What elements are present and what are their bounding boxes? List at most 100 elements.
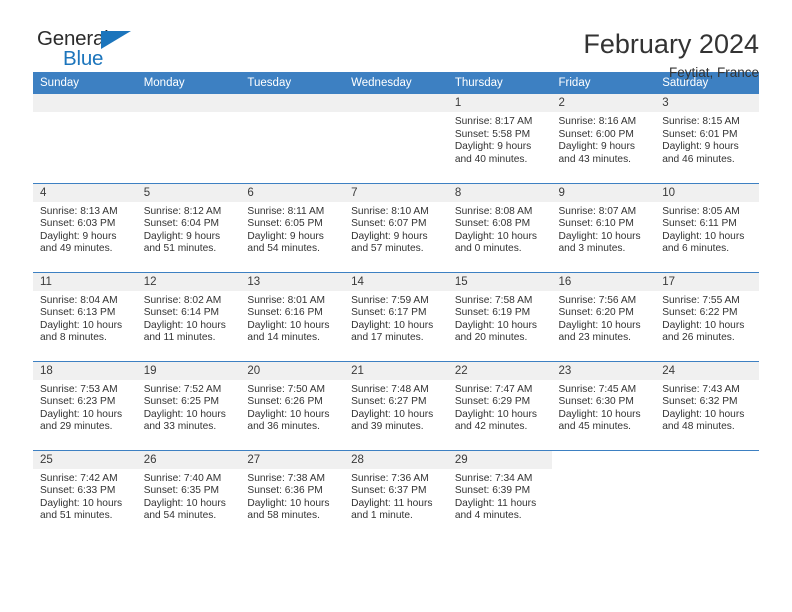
calendar-day-cell[interactable]: 11 Sunrise: 8:04 AM Sunset: 6:13 PM Dayligh…	[33, 271, 137, 361]
sunrise-time: Sunrise: 8:11 AM	[247, 205, 325, 217]
sunset-time: Sunset: 6:33 PM	[40, 485, 116, 497]
calendar-day-cell[interactable]: 3 Sunrise: 8:15 AM Sunset: 6:01 PM Daylight…	[655, 94, 759, 183]
day-cell-inner: 3 Sunrise: 8:15 AM Sunset: 6:01 PM Daylight…	[655, 94, 759, 183]
day-number: 29	[447, 450, 552, 469]
calendar-day-cell-empty	[33, 94, 137, 183]
sunrise-time: Sunrise: 8:17 AM	[454, 116, 533, 127]
day-details: Sunrise: 7:43 AM Sunset: 6:32 PM Daylight:…	[655, 380, 759, 434]
day-details: Sunrise: 7:40 AM Sunset: 6:35 PM Daylight:…	[137, 469, 241, 523]
daylight-duration-line1: Daylight: 9 hours	[454, 141, 532, 153]
daylight-duration-line1: Daylight: 10 hours	[40, 319, 123, 331]
daylight-duration-line2: and 51 minutes.	[143, 243, 217, 255]
daylight-duration-line1: Daylight: 10 hours	[143, 319, 226, 331]
day-details: Sunrise: 8:11 AM Sunset: 6:05 PM Daylight:…	[240, 202, 344, 256]
day-details: Sunrise: 8:15 AM Sunset: 6:01 PM Daylight:…	[655, 112, 759, 166]
title-block: February 2024 Feytiat, France	[583, 28, 759, 83]
calendar-day-cell[interactable]: 19 Sunrise: 7:52 AM Sunset: 6:25 PM Dayligh…	[136, 360, 241, 450]
calendar-week-row: 11 Sunrise: 8:04 AM Sunset: 6:13 PM Dayligh…	[33, 271, 759, 361]
calendar-day-cell[interactable]: 16 Sunrise: 7:56 AM Sunset: 6:20 PM Dayligh…	[551, 271, 656, 361]
calendar-day-cell[interactable]: 23 Sunrise: 7:45 AM Sunset: 6:30 PM Dayligh…	[551, 360, 656, 450]
daylight-duration-line2: and 23 minutes.	[558, 332, 632, 344]
calendar-day-cell[interactable]: 18 Sunrise: 7:53 AM Sunset: 6:23 PM Dayligh…	[33, 360, 137, 450]
day-cell-inner: 15 Sunrise: 7:58 AM Sunset: 6:19 PM Dayligh…	[447, 272, 552, 361]
day-cell-inner: 21 Sunrise: 7:48 AM Sunset: 6:27 PM Dayligh…	[344, 361, 448, 450]
calendar-day-cell[interactable]: 14 Sunrise: 7:59 AM Sunset: 6:17 PM Dayligh…	[344, 271, 448, 361]
calendar-day-cell[interactable]: 20 Sunrise: 7:50 AM Sunset: 6:26 PM Dayligh…	[240, 360, 345, 450]
day-number	[136, 94, 241, 112]
calendar-day-cell[interactable]: 22 Sunrise: 7:47 AM Sunset: 6:29 PM Dayligh…	[447, 360, 552, 450]
calendar-day-cell[interactable]: 29 Sunrise: 7:34 AM Sunset: 6:39 PM Dayligh…	[447, 449, 552, 539]
calendar-day-cell[interactable]: 5 Sunrise: 8:12 AM Sunset: 6:04 PM Daylight…	[136, 182, 241, 272]
day-cell-inner: 22 Sunrise: 7:47 AM Sunset: 6:29 PM Dayligh…	[447, 361, 552, 450]
page-header: General Blue February 2024 Feytiat, Fran…	[33, 0, 759, 81]
day-details: Sunrise: 7:50 AM Sunset: 6:26 PM Daylight:…	[240, 380, 344, 434]
daylight-duration-line2: and 11 minutes.	[143, 332, 216, 344]
day-cell-inner	[655, 451, 759, 540]
sunrise-time: Sunrise: 8:13 AM	[40, 205, 118, 217]
sunset-time: Sunset: 6:01 PM	[662, 128, 738, 140]
day-cell-inner	[240, 94, 345, 183]
day-details: Sunrise: 7:55 AM Sunset: 6:22 PM Daylight:…	[655, 291, 759, 345]
daylight-duration-line2: and 1 minute.	[351, 510, 413, 522]
sunrise-time: Sunrise: 7:36 AM	[351, 472, 429, 484]
day-number: 13	[240, 272, 345, 291]
day-cell-inner: 27 Sunrise: 7:38 AM Sunset: 6:36 PM Dayligh…	[240, 450, 345, 540]
daylight-duration-line1: Daylight: 10 hours	[558, 319, 641, 331]
day-number: 25	[33, 450, 137, 469]
calendar-day-cell[interactable]: 15 Sunrise: 7:58 AM Sunset: 6:19 PM Dayligh…	[447, 271, 552, 361]
calendar-day-cell[interactable]: 1 Sunrise: 8:17 AM Sunset: 5:58 PM Daylight…	[447, 94, 552, 183]
sunrise-time: Sunrise: 7:42 AM	[40, 472, 118, 484]
calendar-day-cell[interactable]: 9 Sunrise: 8:07 AM Sunset: 6:10 PM Daylight…	[551, 182, 656, 272]
calendar-day-cell[interactable]: 28 Sunrise: 7:36 AM Sunset: 6:37 PM Dayligh…	[344, 449, 448, 539]
weekday-header-wednesday: Wednesday	[344, 72, 448, 94]
sunset-time: Sunset: 6:03 PM	[40, 218, 116, 230]
day-details: Sunrise: 7:36 AM Sunset: 6:37 PM Daylight:…	[344, 469, 448, 523]
sunset-time: Sunset: 6:10 PM	[558, 218, 634, 230]
daylight-duration-line2: and 17 minutes.	[351, 332, 424, 344]
day-number: 7	[344, 183, 448, 202]
day-number: 28	[344, 450, 448, 469]
sunrise-time: Sunrise: 7:34 AM	[454, 472, 533, 484]
calendar-week-row: 1 Sunrise: 8:17 AM Sunset: 5:58 PM Daylight…	[33, 94, 759, 183]
daylight-duration-line1: Daylight: 10 hours	[351, 408, 434, 420]
day-details: Sunrise: 7:52 AM Sunset: 6:25 PM Daylight:…	[137, 380, 241, 434]
calendar-day-cell[interactable]: 24 Sunrise: 7:43 AM Sunset: 6:32 PM Dayligh…	[655, 360, 759, 450]
sunset-time: Sunset: 5:58 PM	[454, 128, 531, 140]
weekday-header-thursday: Thursday	[447, 72, 552, 94]
daylight-duration-line1: Daylight: 10 hours	[40, 497, 123, 509]
calendar-day-cell[interactable]: 10 Sunrise: 8:05 AM Sunset: 6:11 PM Dayligh…	[655, 182, 759, 272]
calendar-day-cell[interactable]: 2 Sunrise: 8:16 AM Sunset: 6:00 PM Daylight…	[551, 94, 656, 183]
day-number: 23	[551, 361, 656, 380]
calendar-day-cell[interactable]: 21 Sunrise: 7:48 AM Sunset: 6:27 PM Dayligh…	[344, 360, 448, 450]
daylight-duration-line2: and 43 minutes.	[558, 153, 632, 165]
calendar-day-cell[interactable]: 13 Sunrise: 8:01 AM Sunset: 6:16 PM Dayligh…	[240, 271, 345, 361]
calendar-day-cell[interactable]: 8 Sunrise: 8:08 AM Sunset: 6:08 PM Daylight…	[447, 182, 552, 272]
day-cell-inner	[552, 451, 656, 540]
day-details: Sunrise: 8:04 AM Sunset: 6:13 PM Daylight:…	[33, 291, 137, 345]
sunrise-time: Sunrise: 8:05 AM	[662, 205, 740, 217]
calendar-day-cell[interactable]: 12 Sunrise: 8:02 AM Sunset: 6:14 PM Dayligh…	[136, 271, 241, 361]
calendar-day-cell[interactable]: 4 Sunrise: 8:13 AM Sunset: 6:03 PM Daylight…	[33, 182, 137, 272]
sunset-time: Sunset: 6:25 PM	[143, 396, 220, 408]
calendar-day-cell[interactable]: 6 Sunrise: 8:11 AM Sunset: 6:05 PM Daylight…	[240, 182, 345, 272]
day-cell-inner: 7 Sunrise: 8:10 AM Sunset: 6:07 PM Daylight…	[344, 183, 448, 272]
daylight-duration-line2: and 39 minutes.	[351, 421, 424, 433]
calendar-day-cell-empty	[551, 449, 656, 540]
calendar-day-cell[interactable]: 17 Sunrise: 7:55 AM Sunset: 6:22 PM Dayligh…	[655, 271, 759, 361]
daylight-duration-line2: and 4 minutes.	[454, 510, 522, 522]
sunset-time: Sunset: 6:05 PM	[247, 218, 323, 230]
sunset-time: Sunset: 6:32 PM	[662, 396, 738, 408]
calendar-day-cell[interactable]: 26 Sunrise: 7:40 AM Sunset: 6:35 PM Dayligh…	[136, 449, 241, 539]
sunset-time: Sunset: 6:11 PM	[662, 218, 737, 230]
calendar-day-cell[interactable]: 7 Sunrise: 8:10 AM Sunset: 6:07 PM Daylight…	[344, 182, 448, 272]
daylight-duration-line2: and 26 minutes.	[662, 332, 735, 344]
calendar-day-cell[interactable]: 27 Sunrise: 7:38 AM Sunset: 6:36 PM Dayligh…	[240, 449, 345, 540]
calendar-week-row: 4 Sunrise: 8:13 AM Sunset: 6:03 PM Daylight…	[33, 182, 759, 272]
day-details: Sunrise: 7:42 AM Sunset: 6:33 PM Daylight:…	[33, 469, 137, 523]
day-number: 14	[344, 272, 448, 291]
daylight-duration-line1: Daylight: 10 hours	[143, 497, 226, 509]
calendar-day-cell[interactable]: 25 Sunrise: 7:42 AM Sunset: 6:33 PM Dayligh…	[33, 449, 137, 539]
day-details: Sunrise: 8:02 AM Sunset: 6:14 PM Daylight:…	[137, 291, 241, 345]
general-blue-logo[interactable]: General Blue	[33, 28, 163, 76]
sunset-time: Sunset: 6:36 PM	[247, 485, 323, 497]
